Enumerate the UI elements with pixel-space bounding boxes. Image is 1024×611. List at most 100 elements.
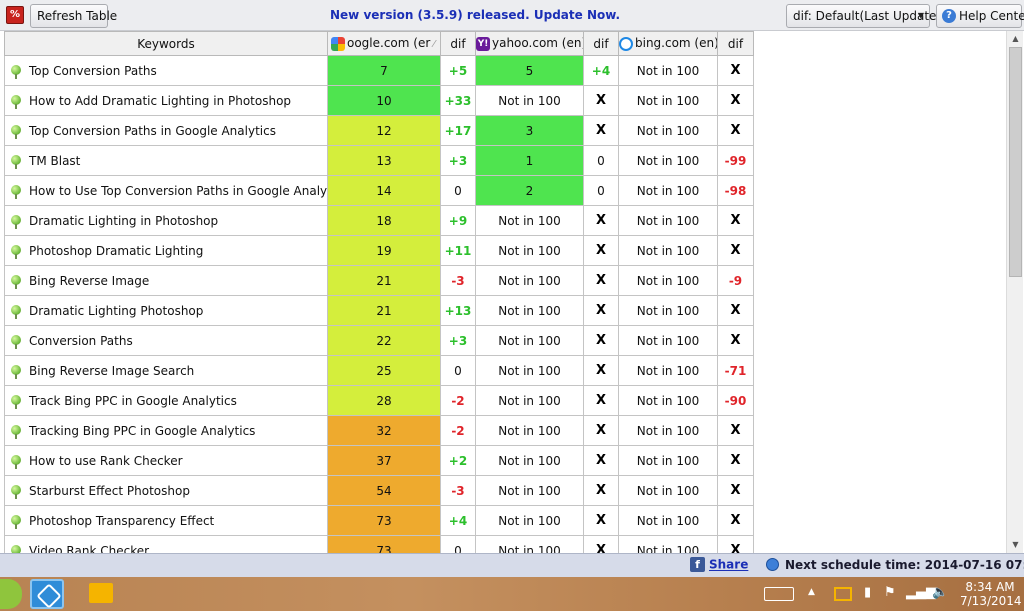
- keyword-cell[interactable]: Top Conversion Paths: [4, 55, 328, 86]
- table-row[interactable]: Conversion Paths 22 +3 Not in 100 X Not in 10…: [4, 325, 754, 356]
- google-rank-cell[interactable]: 28: [327, 385, 441, 416]
- table-row[interactable]: Track Bing PPC in Google Analytics 28 -2 No…: [4, 385, 754, 416]
- google-dif-cell[interactable]: 0: [440, 535, 476, 553]
- keyword-cell[interactable]: Photoshop Transparency Effect: [4, 505, 328, 536]
- bing-rank-cell[interactable]: Not in 100: [618, 325, 718, 356]
- bing-rank-cell[interactable]: Not in 100: [618, 265, 718, 296]
- yahoo-dif-cell[interactable]: X: [583, 85, 619, 116]
- google-rank-cell[interactable]: 18: [327, 205, 441, 236]
- yahoo-dif-cell[interactable]: X: [583, 355, 619, 386]
- bing-dif-cell[interactable]: X: [717, 325, 754, 356]
- column-header-bing[interactable]: bing.com (en): [618, 31, 718, 56]
- bing-rank-cell[interactable]: Not in 100: [618, 145, 718, 176]
- yahoo-rank-cell[interactable]: 5: [475, 55, 584, 86]
- google-dif-cell[interactable]: 0: [440, 175, 476, 206]
- google-rank-cell[interactable]: 22: [327, 325, 441, 356]
- google-dif-cell[interactable]: -3: [440, 265, 476, 296]
- refresh-table-button[interactable]: Refresh Table: [30, 4, 117, 28]
- yahoo-rank-cell[interactable]: Not in 100: [475, 505, 584, 536]
- volume-icon[interactable]: 🔈: [932, 585, 948, 600]
- yahoo-dif-cell[interactable]: X: [583, 115, 619, 146]
- google-rank-cell[interactable]: 32: [327, 415, 441, 446]
- keyword-cell[interactable]: Dramatic Lighting in Photoshop: [4, 205, 328, 236]
- bing-dif-cell[interactable]: X: [717, 535, 754, 553]
- google-dif-cell[interactable]: 0: [440, 355, 476, 386]
- google-dif-cell[interactable]: +3: [440, 145, 476, 176]
- bing-dif-cell[interactable]: X: [717, 55, 754, 86]
- google-dif-cell[interactable]: +9: [440, 205, 476, 236]
- yahoo-rank-cell[interactable]: Not in 100: [475, 295, 584, 326]
- bing-rank-cell[interactable]: Not in 100: [618, 205, 718, 236]
- google-rank-cell[interactable]: 19: [327, 235, 441, 266]
- bing-dif-cell[interactable]: X: [717, 205, 754, 236]
- keyword-cell[interactable]: How to use Rank Checker: [4, 445, 328, 476]
- bing-dif-cell[interactable]: -90: [717, 385, 754, 416]
- google-rank-cell[interactable]: 37: [327, 445, 441, 476]
- column-header-google[interactable]: oogle.com (er ⁄: [327, 31, 441, 56]
- keyword-cell[interactable]: Photoshop Dramatic Lighting: [4, 235, 328, 266]
- google-rank-cell[interactable]: 25: [327, 355, 441, 386]
- keyword-cell[interactable]: TM Blast: [4, 145, 328, 176]
- keyword-cell[interactable]: Starburst Effect Photoshop: [4, 475, 328, 506]
- table-row[interactable]: Video Rank Checker 73 0 Not in 100 X Not in 1…: [4, 535, 754, 553]
- share-link[interactable]: Share: [709, 558, 748, 572]
- yahoo-dif-cell[interactable]: X: [583, 505, 619, 536]
- taskbar-clock[interactable]: 8:34 AM 7/13/2014: [960, 580, 1022, 608]
- yahoo-rank-cell[interactable]: Not in 100: [475, 235, 584, 266]
- keyword-cell[interactable]: How to Use Top Conversion Paths in Googl…: [4, 175, 328, 206]
- column-header-dif-bing[interactable]: dif: [717, 31, 754, 56]
- keyword-cell[interactable]: Conversion Paths: [4, 325, 328, 356]
- bing-rank-cell[interactable]: Not in 100: [618, 355, 718, 386]
- table-row[interactable]: Photoshop Dramatic Lighting 19 +11 Not in 1…: [4, 235, 754, 266]
- bing-dif-cell[interactable]: X: [717, 85, 754, 116]
- bing-rank-cell[interactable]: Not in 100: [618, 115, 718, 146]
- yahoo-dif-cell[interactable]: X: [583, 415, 619, 446]
- yahoo-dif-cell[interactable]: X: [583, 205, 619, 236]
- yahoo-rank-cell[interactable]: Not in 100: [475, 265, 584, 296]
- google-rank-cell[interactable]: 7: [327, 55, 441, 86]
- bing-rank-cell[interactable]: Not in 100: [618, 475, 718, 506]
- column-header-dif-yahoo[interactable]: dif: [583, 31, 619, 56]
- keyword-cell[interactable]: Tracking Bing PPC in Google Analytics: [4, 415, 328, 446]
- google-rank-cell[interactable]: 12: [327, 115, 441, 146]
- bing-rank-cell[interactable]: Not in 100: [618, 535, 718, 553]
- table-row[interactable]: How to Add Dramatic Lighting in Photosho…: [4, 85, 754, 116]
- table-row[interactable]: Bing Reverse Image Search 25 0 Not in 100 X N…: [4, 355, 754, 386]
- yahoo-dif-cell[interactable]: X: [583, 325, 619, 356]
- google-dif-cell[interactable]: +2: [440, 445, 476, 476]
- google-rank-cell[interactable]: 14: [327, 175, 441, 206]
- yahoo-dif-cell[interactable]: X: [583, 535, 619, 553]
- table-row[interactable]: Photoshop Transparency Effect 73 +4 Not in …: [4, 505, 754, 536]
- keyword-cell[interactable]: Top Conversion Paths in Google Analytics: [4, 115, 328, 146]
- yahoo-rank-cell[interactable]: Not in 100: [475, 445, 584, 476]
- bing-rank-cell[interactable]: Not in 100: [618, 445, 718, 476]
- bing-dif-cell[interactable]: X: [717, 505, 754, 536]
- bing-rank-cell[interactable]: Not in 100: [618, 235, 718, 266]
- yahoo-dif-cell[interactable]: 0: [583, 175, 619, 206]
- bing-dif-cell[interactable]: -9: [717, 265, 754, 296]
- yahoo-rank-cell[interactable]: Not in 100: [475, 535, 584, 553]
- google-rank-cell[interactable]: 10: [327, 85, 441, 116]
- scrollbar-thumb[interactable]: [1009, 47, 1022, 277]
- bing-rank-cell[interactable]: Not in 100: [618, 385, 718, 416]
- yahoo-rank-cell[interactable]: 3: [475, 115, 584, 146]
- bing-rank-cell[interactable]: Not in 100: [618, 505, 718, 536]
- bing-rank-cell[interactable]: Not in 100: [618, 55, 718, 86]
- keyboard-icon[interactable]: [764, 587, 794, 601]
- google-dif-cell[interactable]: +13: [440, 295, 476, 326]
- bing-dif-cell[interactable]: X: [717, 445, 754, 476]
- yahoo-rank-cell[interactable]: Not in 100: [475, 415, 584, 446]
- yahoo-rank-cell[interactable]: 2: [475, 175, 584, 206]
- bing-dif-cell[interactable]: X: [717, 235, 754, 266]
- column-header-yahoo[interactable]: Y! yahoo.com (en): [475, 31, 584, 56]
- battery-icon[interactable]: ▮: [864, 585, 871, 600]
- keyword-cell[interactable]: Dramatic Lighting Photoshop: [4, 295, 328, 326]
- yahoo-rank-cell[interactable]: Not in 100: [475, 355, 584, 386]
- google-rank-cell[interactable]: 73: [327, 535, 441, 553]
- keyword-cell[interactable]: Bing Reverse Image: [4, 265, 328, 296]
- flag-icon[interactable]: ⚑: [884, 585, 896, 600]
- yahoo-dif-cell[interactable]: X: [583, 445, 619, 476]
- bing-dif-cell[interactable]: -71: [717, 355, 754, 386]
- keyword-cell[interactable]: How to Add Dramatic Lighting in Photosho…: [4, 85, 328, 116]
- google-rank-cell[interactable]: 73: [327, 505, 441, 536]
